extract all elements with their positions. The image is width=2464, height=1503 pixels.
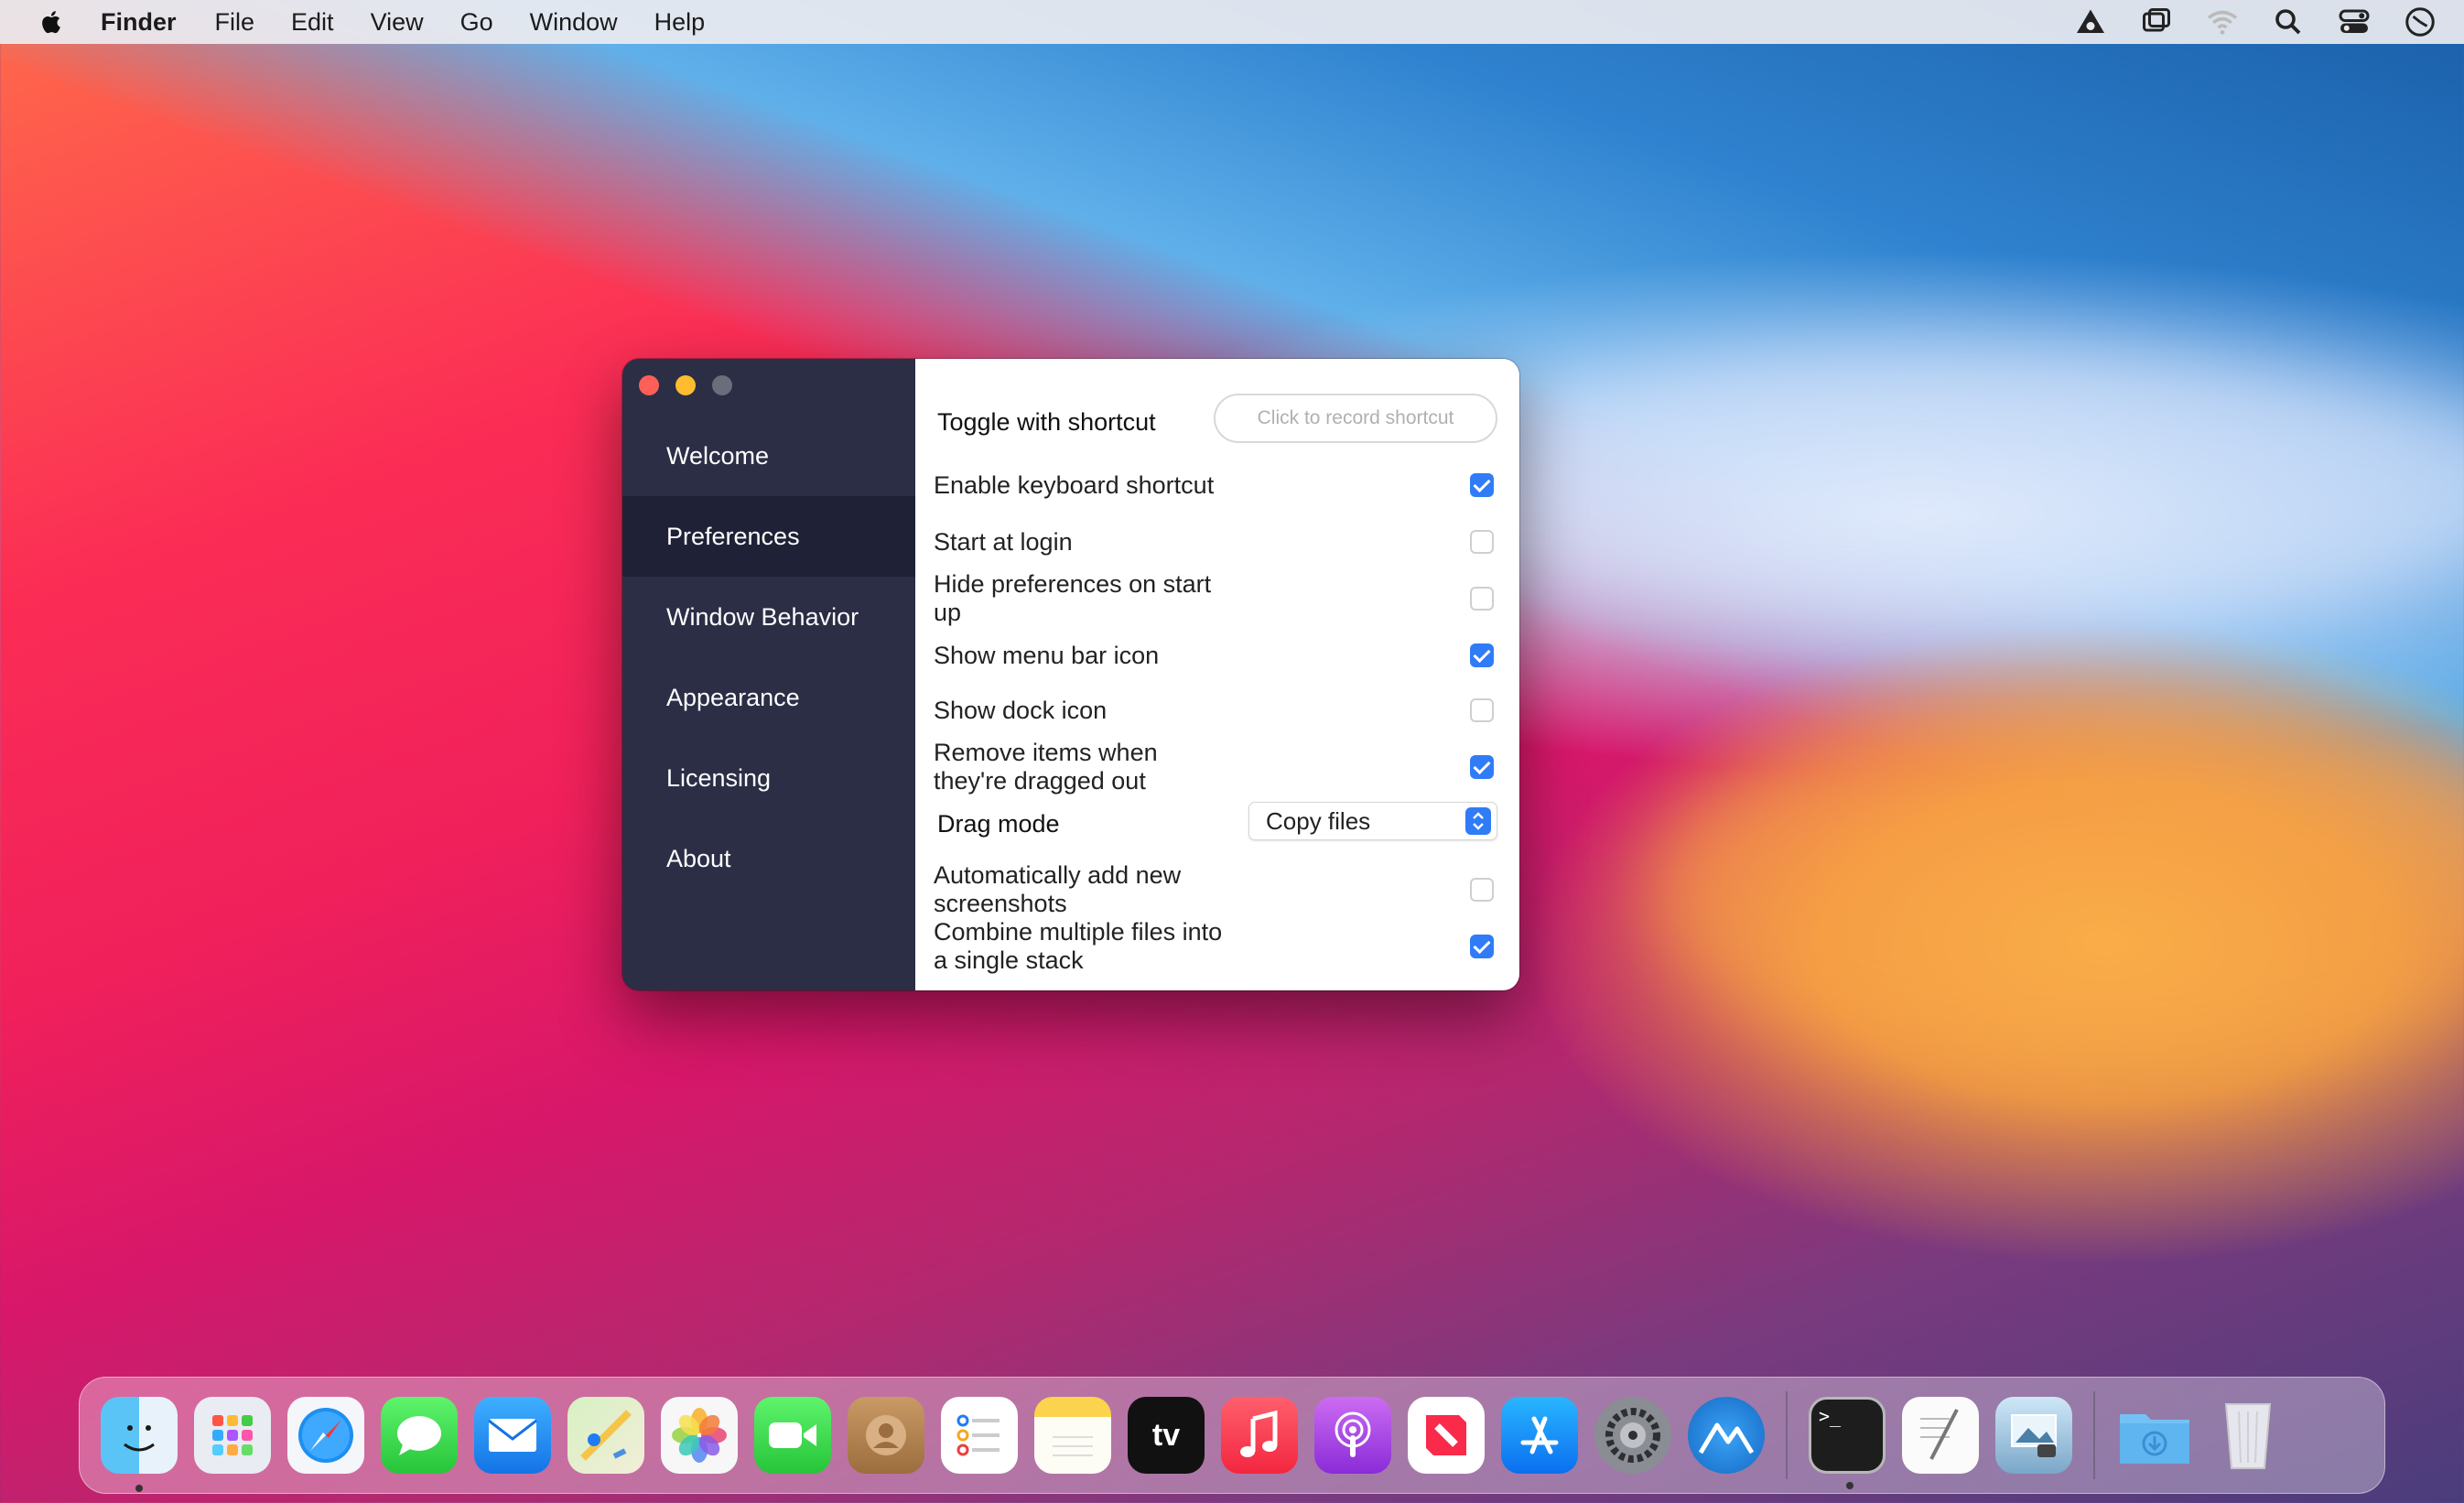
option-row: Enable keyboard shortcut <box>622 457 1494 514</box>
option-row: Start at login <box>622 514 1494 570</box>
maps-icon[interactable] <box>567 1397 644 1474</box>
start-at-login-checkbox[interactable] <box>1470 530 1494 554</box>
running-indicator <box>135 1485 143 1492</box>
show-menu-bar-icon-checkbox[interactable] <box>1470 643 1494 667</box>
preferences-rows: Toggle with shortcut Enable keyboard sho… <box>622 0 1519 1007</box>
reminders-icon[interactable] <box>941 1397 1018 1474</box>
hide-preferences-checkbox[interactable] <box>1470 587 1494 611</box>
trash-icon[interactable] <box>2210 1397 2286 1474</box>
option-label: Start at login <box>934 527 1073 556</box>
toggle-shortcut-row: Toggle with shortcut <box>622 394 1227 450</box>
option-label: Remove items when they're dragged out <box>934 739 1158 795</box>
photos-icon[interactable] <box>661 1397 738 1474</box>
option-label: Show menu bar icon <box>934 641 1160 669</box>
safari-icon[interactable] <box>287 1397 364 1474</box>
drag-mode-select[interactable]: Copy files <box>1248 802 1497 840</box>
screen-mirroring-icon[interactable] <box>2140 5 2173 38</box>
menu-app-name[interactable]: Finder <box>101 8 177 37</box>
terminal-prompt-glyph: >_ <box>1819 1405 1842 1427</box>
wifi-icon[interactable] <box>2206 5 2239 38</box>
messages-icon[interactable] <box>381 1397 458 1474</box>
cloud-app-icon[interactable] <box>2074 5 2107 38</box>
show-dock-icon-checkbox[interactable] <box>1470 698 1494 722</box>
system-preferences-icon[interactable] <box>1594 1397 1671 1474</box>
notes-icon[interactable] <box>1034 1397 1111 1474</box>
enable-keyboard-shortcut-checkbox[interactable] <box>1470 473 1494 497</box>
contacts-icon[interactable] <box>848 1397 924 1474</box>
option-label: Combine multiple files into a single sta… <box>934 918 1223 974</box>
chevron-up-down-icon <box>1465 807 1491 835</box>
auto-add-screenshots-checkbox[interactable] <box>1470 878 1494 902</box>
finder-icon[interactable] <box>101 1397 178 1492</box>
drag-mode-label: Drag mode <box>937 809 1060 838</box>
toggle-shortcut-label: Toggle with shortcut <box>937 407 1156 436</box>
dock-separator <box>1786 1391 1788 1479</box>
menu-file[interactable]: File <box>215 8 255 37</box>
apple-icon[interactable] <box>38 8 66 36</box>
control-center-icon[interactable] <box>2338 5 2371 38</box>
option-label: Hide preferences on start up <box>934 570 1212 626</box>
menu-window[interactable]: Window <box>530 8 618 37</box>
apple-tv-icon[interactable]: tv <box>1128 1397 1205 1474</box>
option-row: Automatically add new screenshots <box>622 861 1494 918</box>
option-row: Show menu bar icon <box>622 627 1494 684</box>
podcasts-icon[interactable] <box>1314 1397 1391 1474</box>
clock-icon[interactable] <box>2404 5 2437 38</box>
app-store-icon[interactable] <box>1501 1397 1578 1474</box>
option-label: Automatically add new screenshots <box>934 861 1182 917</box>
menu-go[interactable]: Go <box>460 8 493 37</box>
remove-dragged-items-checkbox[interactable] <box>1470 755 1494 779</box>
option-row: Show dock icon <box>622 682 1494 739</box>
wallpaper-wave <box>1648 696 2464 1080</box>
mail-icon[interactable] <box>474 1397 551 1474</box>
combine-files-checkbox[interactable] <box>1470 935 1494 958</box>
downloads-folder-icon[interactable] <box>2116 1397 2193 1474</box>
preview-icon[interactable] <box>1995 1397 2072 1474</box>
wallpaper-wave <box>1373 348 2464 622</box>
spotlight-search-icon[interactable] <box>2272 5 2305 38</box>
option-row: Remove items when they're dragged out <box>622 739 1494 795</box>
shortcut-placeholder: Click to record shortcut <box>1257 407 1454 428</box>
drag-mode-value: Copy files <box>1266 807 1371 835</box>
menu-view[interactable]: View <box>371 8 424 37</box>
dock: tv >_ <box>79 1377 2385 1494</box>
facetime-icon[interactable] <box>754 1397 831 1474</box>
record-shortcut-button[interactable]: Click to record shortcut <box>1214 394 1497 443</box>
menu-edit[interactable]: Edit <box>291 8 334 37</box>
textedit-icon[interactable] <box>1902 1397 1979 1474</box>
music-icon[interactable] <box>1221 1397 1298 1474</box>
news-icon[interactable] <box>1408 1397 1485 1474</box>
option-label: Enable keyboard shortcut <box>934 470 1215 499</box>
yoink-icon[interactable] <box>1688 1397 1765 1474</box>
drag-mode-row: Drag mode <box>622 795 1227 852</box>
terminal-icon[interactable]: >_ <box>1809 1397 1886 1489</box>
status-area <box>2074 0 2437 44</box>
tv-label: tv <box>1151 1417 1181 1453</box>
launchpad-icon[interactable] <box>194 1397 271 1474</box>
option-row: Hide preferences on start up <box>622 570 1494 627</box>
dock-separator <box>2093 1391 2095 1479</box>
running-indicator <box>1846 1482 1853 1489</box>
option-label: Show dock icon <box>934 696 1108 724</box>
option-row: Combine multiple files into a single sta… <box>622 918 1494 975</box>
